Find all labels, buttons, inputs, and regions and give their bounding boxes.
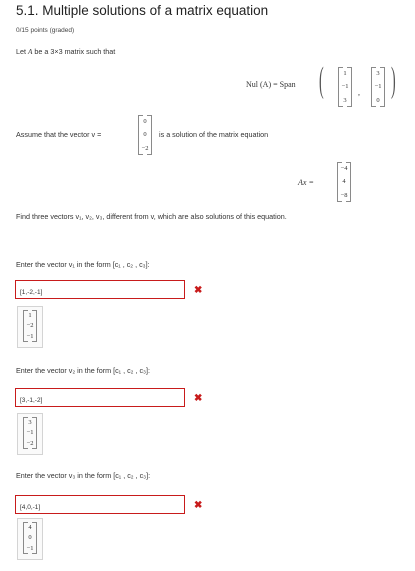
answer-2-preview: 3 −1 −2 [17, 413, 43, 455]
answer-2-prompt: Enter the vector v₂ in the form [c₁ , c₂… [16, 366, 150, 375]
points-label: 0/15 points (graded) [16, 27, 75, 34]
answer-1-prompt: Enter the vector v₁ in the form [c₁ , c₂… [16, 260, 150, 269]
find-text: Find three vectors v₁, v₂, v₃, different… [16, 212, 287, 221]
answer-1-input[interactable] [15, 280, 185, 299]
span-separator: , [358, 88, 360, 97]
intro-text: Let [16, 47, 26, 56]
incorrect-icon: ✖ [194, 285, 203, 296]
ax-label: Ax = [298, 178, 314, 187]
span-vector-2: 3 −1 0 [371, 67, 385, 107]
answer-3-input[interactable] [15, 495, 185, 514]
span-vector-1: 1 −1 3 [338, 67, 352, 107]
problem-title: 5.1. Multiple solutions of a matrix equa… [16, 3, 269, 18]
nul-label: Nul (A) = Span [246, 80, 296, 89]
span-open-paren: ( [319, 63, 324, 102]
intro-line: Let A be a 3×3 matrix such that [16, 47, 115, 56]
intro-var: A [28, 48, 33, 56]
answer-3-prompt: Enter the vector v₃ in the form [c₁ , c₂… [16, 471, 151, 480]
answer-1-preview: 1 −2 −1 [17, 306, 43, 348]
answer-2-input[interactable] [15, 388, 185, 407]
answer-3-preview: 4 0 −1 [17, 518, 43, 560]
b-vector: −4 4 −8 [337, 162, 351, 202]
intro-rest: be a 3×3 matrix such that [34, 47, 116, 56]
incorrect-icon: ✖ [194, 393, 203, 404]
incorrect-icon: ✖ [194, 500, 203, 511]
v-vector: 0 0 −2 [138, 115, 152, 155]
span-close-paren: ) [391, 63, 396, 102]
assume-text: Assume that the vector v = [16, 130, 102, 139]
assume-rest: is a solution of the matrix equation [159, 130, 269, 139]
